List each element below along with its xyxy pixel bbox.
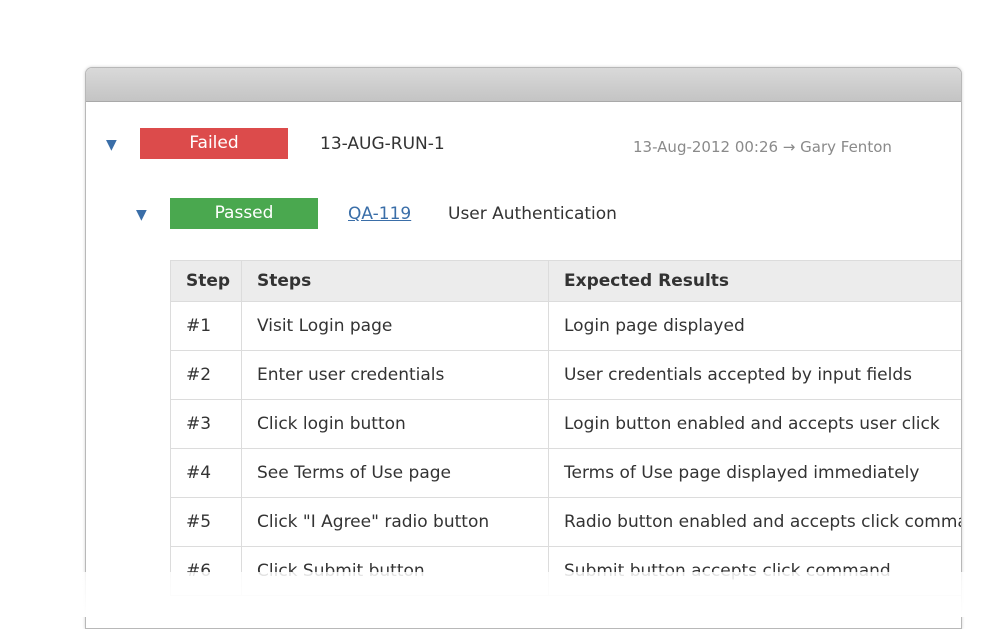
- bottom-fade-overlay: [0, 572, 1000, 617]
- collapse-test-toggle-icon[interactable]: ▼: [136, 208, 147, 222]
- table-header-row: Step Steps Expected Results: [170, 260, 961, 302]
- step-expected-result: Terms of Use page displayed immediately: [548, 448, 961, 498]
- column-header-expected-results: Expected Results: [548, 260, 961, 302]
- test-status-badge: Passed: [170, 198, 318, 229]
- step-action: Visit Login page: [241, 301, 549, 351]
- step-action: See Terms of Use page: [241, 448, 549, 498]
- step-expected-result: Login button enabled and accepts user cl…: [548, 399, 961, 449]
- table-row: #4 See Terms of Use page Terms of Use pa…: [170, 448, 961, 498]
- run-name: 13-AUG-RUN-1: [320, 134, 445, 154]
- step-expected-result: User credentials accepted by input field…: [548, 350, 961, 400]
- step-action: Click "I Agree" radio button: [241, 497, 549, 547]
- step-number: #4: [170, 448, 242, 498]
- collapse-run-toggle-icon[interactable]: ▼: [106, 138, 117, 152]
- run-status-badge: Failed: [140, 128, 288, 159]
- column-header-steps: Steps: [241, 260, 549, 302]
- table-row: #5 Click "I Agree" radio button Radio bu…: [170, 497, 961, 547]
- table-row: #2 Enter user credentials User credentia…: [170, 350, 961, 400]
- step-number: #2: [170, 350, 242, 400]
- issue-title: User Authentication: [448, 204, 617, 224]
- table-row: #3 Click login button Login button enabl…: [170, 399, 961, 449]
- step-action: Enter user credentials: [241, 350, 549, 400]
- step-number: #3: [170, 399, 242, 449]
- step-action: Click login button: [241, 399, 549, 449]
- table-row: #1 Visit Login page Login page displayed: [170, 301, 961, 351]
- step-expected-result: Login page displayed: [548, 301, 961, 351]
- issue-key-link[interactable]: QA-119: [348, 204, 411, 224]
- step-expected-result: Radio button enabled and accepts click c…: [548, 497, 961, 547]
- steps-table: Step Steps Expected Results #1 Visit Log…: [170, 260, 961, 596]
- step-number: #1: [170, 301, 242, 351]
- run-meta: 13-Aug-2012 00:26 → Gary Fenton: [633, 138, 892, 156]
- step-number: #5: [170, 497, 242, 547]
- column-header-step: Step: [170, 260, 242, 302]
- test-run-window: ▼ Failed 13-AUG-RUN-1 13-Aug-2012 00:26 …: [85, 67, 962, 629]
- window-titlebar: [86, 68, 961, 102]
